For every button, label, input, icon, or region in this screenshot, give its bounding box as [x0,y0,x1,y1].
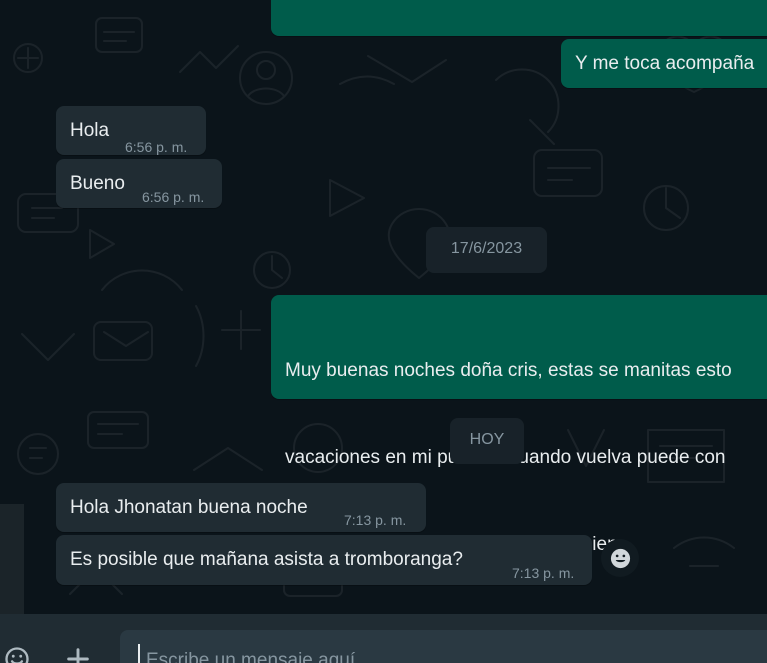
attach-button[interactable] [63,644,93,663]
message-text: Bueno [70,173,125,194]
message-time: 6:56 p. m. [142,189,205,205]
chat-area: Y me toca acompaña Hola 6:56 p. m. Bueno… [0,0,767,614]
message-incoming-hola[interactable]: Hola 6:56 p. m. [56,106,206,155]
message-incoming-bueno[interactable]: Bueno 6:56 p. m. [56,159,222,208]
message-input[interactable] [120,630,767,663]
message-outgoing-acompanar[interactable]: Y me toca acompaña [561,39,767,88]
message-time: 6:56 p. m. [125,139,188,155]
emoji-icon [5,647,29,663]
date-separator-hoy: HOY [450,418,524,464]
date-separator-label: 17/6/2023 [450,240,523,257]
message-line-1: Muy buenas noches doña cris, estas se ma… [285,360,732,381]
emoji-button[interactable] [2,644,32,663]
message-time: 7:13 p. m. [344,512,407,528]
message-input-container[interactable] [120,630,767,663]
message-text: Y me toca acompaña [575,53,755,74]
reaction-button[interactable] [601,539,639,577]
message-time: 7:13 p. m. [512,565,575,581]
message-composer-footer [0,614,767,663]
message-text: Es posible que mañana asista a tromboran… [70,549,463,570]
message-incoming-hola-jhonatan[interactable]: Hola Jhonatan buena noche 7:13 p. m. [56,483,426,532]
left-side-panel-edge [0,504,24,614]
plus-icon [67,648,89,663]
message-incoming-es-posible[interactable]: Es posible que mañana asista a tromboran… [56,535,592,585]
date-separator-17-6-2023: 17/6/2023 [426,227,547,273]
date-separator-label: HOY [469,431,505,448]
message-text: Hola [70,120,110,141]
emoji-icon [610,548,630,568]
message-outgoing-top-partial[interactable] [271,0,767,36]
message-text: Hola Jhonatan buena noche [70,497,308,518]
message-outgoing-buenas-noches[interactable]: Muy buenas noches doña cris, estas se ma… [271,295,767,555]
whatsapp-chat-window: Y me toca acompaña Hola 6:56 p. m. Bueno… [0,0,767,663]
